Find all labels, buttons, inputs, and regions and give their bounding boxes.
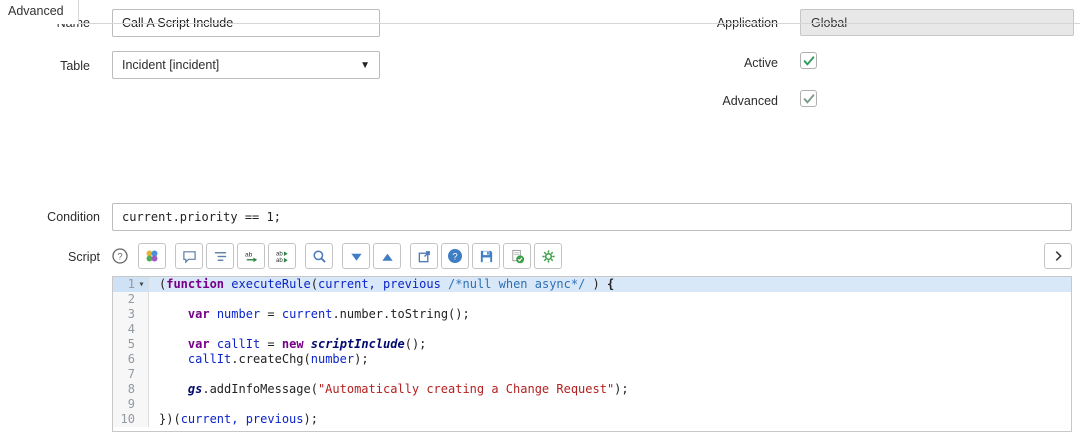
condition-label: Condition (47, 210, 100, 224)
help-circle-icon[interactable]: ? (112, 248, 128, 264)
table-select-value: Incident [incident] (122, 58, 220, 72)
business-rule-form: Name Table Incident [incident] ▼ Applica… (0, 0, 1080, 438)
active-label: Active (743, 56, 778, 70)
line-number: 2 (127, 292, 135, 306)
syntax-highlight-button[interactable] (138, 243, 166, 269)
check-icon (803, 55, 814, 66)
toolbar-group: ? (410, 243, 562, 269)
caret-down-icon: ▼ (360, 59, 370, 71)
code-line: 6 callIt.createChg(number); (113, 352, 1071, 367)
save-icon (479, 249, 494, 264)
line-number: 4 (127, 322, 135, 336)
replace-button[interactable]: ab (237, 243, 265, 269)
code-line: 2 (113, 292, 1071, 307)
search-icon (312, 249, 327, 264)
tab-strip: Advanced (0, 0, 1080, 24)
line-number-gutter[interactable]: 4 (113, 322, 149, 337)
svg-text:ab: ab (244, 251, 252, 258)
line-number-gutter[interactable]: 7 (113, 367, 149, 382)
svg-text:?: ? (452, 252, 457, 263)
code-text: callIt.createChg(number); (187, 352, 369, 366)
format-code-button[interactable] (206, 243, 234, 269)
search-button[interactable] (305, 243, 333, 269)
code-line: 7 (113, 367, 1071, 382)
code-text: gs.addInfoMessage("Automatically creatin… (187, 382, 629, 396)
replace-all-icon: ab ab (275, 249, 290, 264)
code-line: 5 var callIt = new scriptInclude(); (113, 337, 1071, 352)
tab-advanced[interactable]: Advanced (0, 0, 79, 24)
line-number-gutter[interactable]: 3 (113, 307, 149, 322)
code-text: var number = current.number.toString(); (187, 307, 470, 321)
line-number: 9 (127, 397, 135, 411)
code-line: 10 })(current, previous); (113, 412, 1071, 427)
advanced-checkbox[interactable] (800, 90, 817, 107)
condition-input[interactable] (112, 203, 1072, 231)
check-icon (803, 93, 814, 104)
line-number: 3 (127, 307, 135, 321)
toolbar-group (305, 243, 333, 269)
svg-text:ab: ab (275, 257, 282, 264)
script-toolbar: ? ab ab ab? (112, 242, 1072, 270)
line-number-gutter[interactable]: 2 (113, 292, 149, 307)
line-number-gutter[interactable]: 10 (113, 412, 149, 427)
line-number-gutter[interactable]: 1 ▾ (113, 277, 149, 292)
script-label: Script (68, 250, 100, 264)
toolbar-group (138, 243, 166, 269)
code-text: (function executeRule(current, previous … (159, 277, 615, 291)
syntax-highlight-icon (144, 248, 160, 264)
line-number-gutter[interactable]: 9 (113, 397, 149, 412)
code-line: 4 (113, 322, 1071, 337)
fold-all-icon (349, 249, 364, 264)
fold-marker-icon[interactable]: ▾ (135, 277, 148, 292)
help-filled-icon: ? (447, 248, 463, 264)
code-line: 9 (113, 397, 1071, 412)
code-line: 3 var number = current.number.toString()… (113, 307, 1071, 322)
table-label: Table (60, 59, 90, 73)
line-number-gutter[interactable]: 5 (113, 337, 149, 352)
code-text: var callIt = new scriptInclude(); (187, 337, 427, 351)
chevron-right-icon (1051, 249, 1065, 263)
code-text: })(current, previous); (159, 412, 318, 426)
replace-icon: ab (244, 249, 259, 264)
code-line: 1 ▾ (function executeRule(current, previou… (113, 277, 1071, 292)
active-checkbox[interactable] (800, 52, 817, 69)
script-debug-icon (541, 249, 556, 264)
script-editor[interactable]: 1 ▾ (function executeRule(current, previou… (112, 276, 1072, 432)
format-code-icon (213, 249, 228, 264)
open-window-button[interactable] (410, 243, 438, 269)
toolbar-group: ab ab ab (175, 243, 296, 269)
script-debug-button[interactable] (534, 243, 562, 269)
syntax-check-icon (510, 249, 525, 264)
line-number-gutter[interactable]: 8 (113, 382, 149, 397)
svg-text:?: ? (117, 252, 122, 263)
toolbar-group (342, 243, 401, 269)
code-line: 8 gs.addInfoMessage("Automatically creat… (113, 382, 1071, 397)
syntax-check-button[interactable] (503, 243, 531, 269)
help-filled-button[interactable]: ? (441, 243, 469, 269)
unfold-all-icon (380, 249, 395, 264)
line-number: 1 (127, 277, 135, 291)
comment-button[interactable] (175, 243, 203, 269)
advanced-label: Advanced (722, 94, 778, 108)
line-number: 6 (127, 352, 135, 366)
fold-all-button[interactable] (342, 243, 370, 269)
comment-icon (182, 249, 197, 264)
line-number: 8 (127, 382, 135, 396)
line-number: 10 (120, 412, 135, 426)
unfold-all-button[interactable] (373, 243, 401, 269)
save-button[interactable] (472, 243, 500, 269)
line-number-gutter[interactable]: 6 (113, 352, 149, 367)
editor-expand-button[interactable] (1044, 243, 1072, 269)
open-window-icon (417, 249, 432, 264)
line-number: 7 (127, 367, 135, 381)
replace-all-button[interactable]: ab ab (268, 243, 296, 269)
line-number: 5 (127, 337, 135, 351)
table-select[interactable]: Incident [incident] ▼ (112, 51, 380, 79)
